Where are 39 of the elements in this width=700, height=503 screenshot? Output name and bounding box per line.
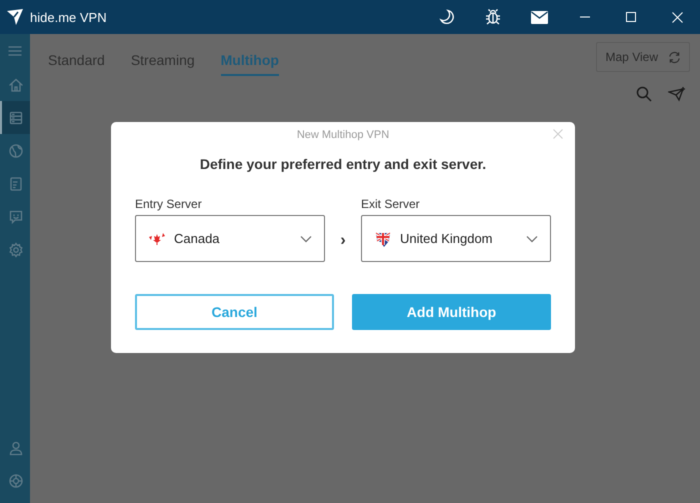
paper-plane-plus-icon[interactable] xyxy=(668,86,688,102)
uk-flag-icon xyxy=(374,230,392,248)
server-value: Canada xyxy=(174,231,221,246)
map-view-button[interactable]: Map View xyxy=(596,42,690,72)
settings-icon[interactable] xyxy=(8,242,24,258)
maximize-icon xyxy=(626,12,636,22)
globe-icon[interactable] xyxy=(8,142,24,158)
logo-icon xyxy=(6,8,24,26)
cancel-button[interactable]: Cancel xyxy=(135,294,334,330)
server-value: United Kingdom xyxy=(400,231,494,246)
tab[interactable]: Standard xyxy=(48,44,105,76)
search-icon[interactable] xyxy=(636,86,652,102)
user-icon[interactable] xyxy=(8,440,24,456)
canada-flag-icon xyxy=(148,232,166,246)
separator-arrow: › xyxy=(339,232,347,250)
home-icon[interactable] xyxy=(8,76,24,92)
server-dropdown[interactable]: Canada xyxy=(135,215,325,262)
minimize-icon xyxy=(580,16,590,18)
servers-icon[interactable] xyxy=(8,110,24,126)
add-button[interactable]: Add Multihop xyxy=(352,294,551,330)
tab[interactable]: Streaming xyxy=(130,44,195,76)
sidebar-item[interactable] xyxy=(0,101,30,134)
close-icon[interactable] xyxy=(553,129,563,139)
dialog-title: New Multihop VPN xyxy=(296,128,390,141)
close-icon xyxy=(672,12,682,22)
mail-icon xyxy=(530,10,548,24)
chat-icon[interactable] xyxy=(8,208,24,224)
help-icon[interactable] xyxy=(8,472,24,488)
field-label: Entry Server xyxy=(135,197,203,211)
dialog-heading: Define your preferred entry and exit server. xyxy=(198,156,488,172)
field-label: Exit Server xyxy=(361,197,421,211)
document-icon[interactable] xyxy=(8,176,24,192)
window-title: hide.me VPN xyxy=(30,10,107,24)
chevron-down-icon xyxy=(526,234,538,242)
bug-icon xyxy=(484,8,502,26)
moon-icon xyxy=(439,9,455,25)
refresh-icon xyxy=(668,50,681,64)
server-dropdown[interactable]: United Kingdom xyxy=(361,215,551,262)
chevron-down-icon xyxy=(300,234,312,242)
